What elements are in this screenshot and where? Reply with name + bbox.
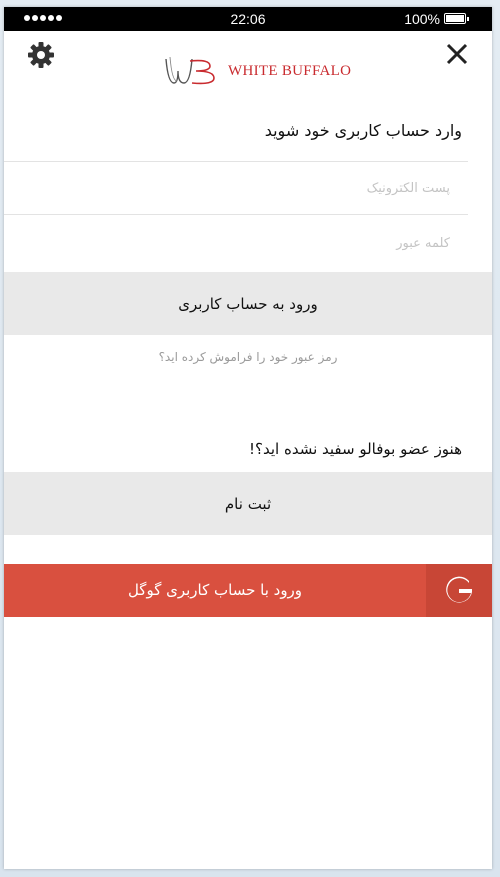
buffalo-logo-mark — [165, 56, 215, 85]
white-buffalo-logo: WHITE BUFFALO — [162, 53, 351, 89]
password-input[interactable] — [4, 216, 468, 270]
forgot-password-link[interactable]: رمز عبور خود را فراموش کرده اید؟ — [4, 350, 492, 364]
settings-gear-icon[interactable] — [26, 40, 56, 70]
battery-percent: 100% — [404, 11, 440, 27]
login-button[interactable]: ورود به حساب کاربری — [4, 272, 492, 335]
login-button-label: ورود به حساب کاربری — [178, 294, 318, 313]
close-icon[interactable] — [442, 39, 472, 69]
status-bar: 22:06 100% — [4, 7, 492, 31]
register-button-label: ثبت نام — [224, 494, 272, 513]
screen-frame: 22:06 100% WHITE BUFFALO وارد حساب کاربر… — [0, 0, 500, 877]
logo-text: WHITE BUFFALO — [228, 62, 352, 79]
login-title: وارد حساب کاربری خود شوید — [264, 121, 462, 140]
register-prompt: هنوز عضو بوفالو سفید نشده اید؟! — [249, 440, 462, 458]
email-input[interactable] — [4, 162, 468, 214]
battery-icon — [444, 13, 469, 24]
google-g-icon — [426, 564, 492, 617]
register-button[interactable]: ثبت نام — [4, 472, 492, 535]
google-login-button[interactable]: ورود با حساب کاربری گوگل — [4, 564, 492, 617]
email-field[interactable] — [4, 161, 468, 215]
password-field[interactable] — [4, 216, 468, 270]
phone-screen: 22:06 100% WHITE BUFFALO وارد حساب کاربر… — [4, 7, 492, 869]
google-login-label: ورود با حساب کاربری گوگل — [127, 581, 303, 599]
